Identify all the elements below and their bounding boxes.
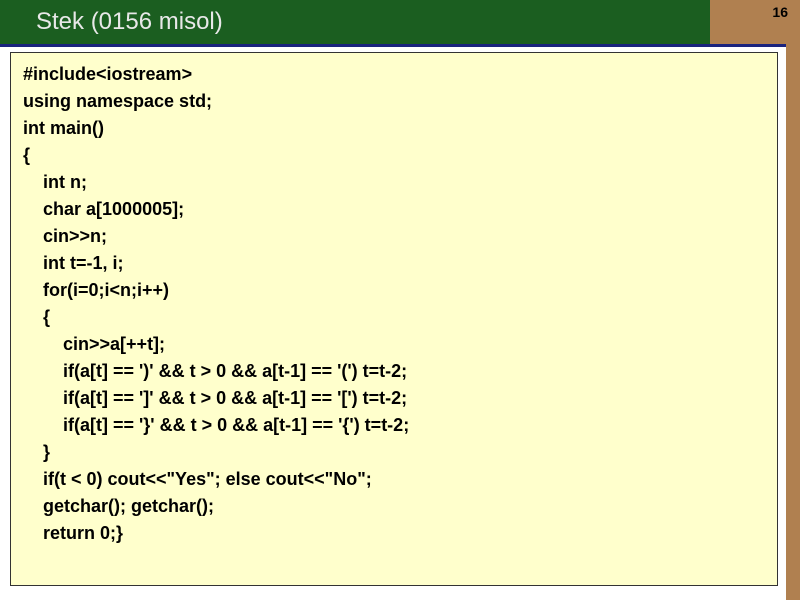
code-line: getchar(); getchar(); bbox=[23, 493, 765, 520]
code-line: if(a[t] == ']' && t > 0 && a[t-1] == '['… bbox=[23, 385, 765, 412]
code-line: { bbox=[23, 142, 765, 169]
code-line: } bbox=[23, 439, 765, 466]
header-underline bbox=[0, 44, 800, 47]
code-line: cin>>a[++t]; bbox=[23, 331, 765, 358]
code-line: { bbox=[23, 304, 765, 331]
code-line: cin>>n; bbox=[23, 223, 765, 250]
code-line: return 0;} bbox=[23, 520, 765, 547]
code-line: if(a[t] == ')' && t > 0 && a[t-1] == '('… bbox=[23, 358, 765, 385]
right-accent-bar bbox=[786, 44, 800, 600]
code-line: int t=-1, i; bbox=[23, 250, 765, 277]
code-line: char a[1000005]; bbox=[23, 196, 765, 223]
code-line: int n; bbox=[23, 169, 765, 196]
code-block: #include<iostream> using namespace std; … bbox=[10, 52, 778, 586]
code-line: int main() bbox=[23, 115, 765, 142]
code-line: #include<iostream> bbox=[23, 61, 765, 88]
code-line: if(a[t] == '}' && t > 0 && a[t-1] == '{'… bbox=[23, 412, 765, 439]
page-number-badge: 16 bbox=[710, 0, 800, 44]
slide-header: Stek (0156 misol) 16 bbox=[0, 0, 800, 44]
page-number: 16 bbox=[772, 4, 788, 20]
code-line: using namespace std; bbox=[23, 88, 765, 115]
code-line: if(t < 0) cout<<"Yes"; else cout<<"No"; bbox=[23, 466, 765, 493]
code-line: for(i=0;i<n;i++) bbox=[23, 277, 765, 304]
slide-title: Stek (0156 misol) bbox=[0, 8, 223, 36]
